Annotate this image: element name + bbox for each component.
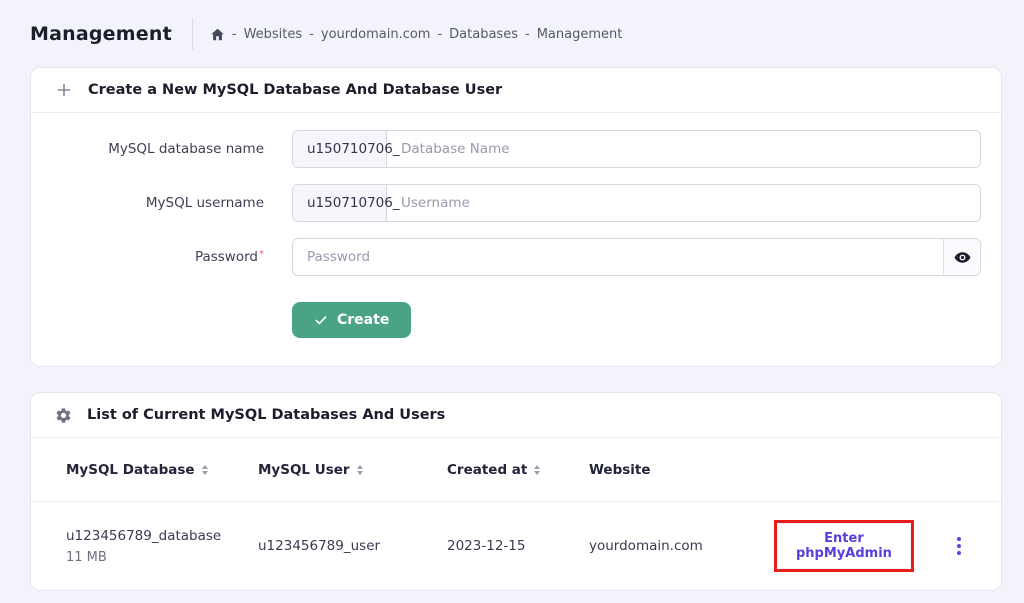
enter-phpmyadmin-button[interactable]: Enter phpMyAdmin	[777, 523, 911, 569]
form-row-database-name: MySQL database name u150710706_	[31, 130, 1001, 168]
check-icon	[314, 313, 328, 327]
breadcrumb: - Websites - yourdomain.com - Databases …	[210, 27, 622, 42]
databases-table: MySQL Database MySQL User Created at Web…	[31, 438, 1001, 590]
kebab-menu-button[interactable]	[951, 531, 967, 561]
table-header-row: MySQL Database MySQL User Created at Web…	[31, 438, 1001, 502]
breadcrumb-separator: -	[437, 27, 442, 42]
created-at-cell: 2023-12-15	[447, 538, 589, 554]
kebab-menu-icon	[957, 537, 961, 541]
database-name-prefix: u150710706_	[293, 131, 387, 167]
column-header-mysql-database[interactable]: MySQL Database	[66, 462, 258, 478]
page-title: Management	[30, 23, 172, 45]
sort-icon	[202, 465, 208, 475]
database-user-cell: u123456789_user	[258, 538, 447, 554]
breadcrumb-separator: -	[525, 27, 530, 42]
sort-icon	[534, 465, 540, 475]
form-row-password: Password*	[31, 238, 1001, 276]
column-header-created-at[interactable]: Created at	[447, 462, 589, 478]
home-icon[interactable]	[210, 27, 225, 42]
actions-cell: Enter phpMyAdmin	[764, 520, 914, 572]
database-name-cell: u123456789_database 11 MB	[66, 528, 258, 565]
database-name-value: u123456789_database	[66, 528, 258, 544]
sort-icon	[357, 465, 363, 475]
annotation-highlight-box: Enter phpMyAdmin	[774, 520, 914, 572]
header-divider	[192, 18, 193, 50]
username-label: MySQL username	[31, 195, 292, 211]
column-header-website: Website	[589, 462, 764, 478]
breadcrumb-item-domain[interactable]: yourdomain.com	[321, 27, 431, 42]
create-database-card: Create a New MySQL Database And Database…	[30, 67, 1002, 367]
menu-cell	[914, 531, 1004, 561]
website-cell: yourdomain.com	[589, 538, 764, 554]
form-row-submit: Create	[31, 302, 1001, 338]
create-database-card-header: Create a New MySQL Database And Database…	[31, 68, 1001, 113]
gear-icon	[55, 407, 72, 424]
required-asterisk: *	[259, 249, 264, 260]
table-row: u123456789_database 11 MB u123456789_use…	[31, 502, 1001, 590]
create-button-label: Create	[337, 312, 389, 328]
database-name-label: MySQL database name	[31, 141, 292, 157]
breadcrumb-separator: -	[309, 27, 314, 42]
username-input-group: u150710706_	[292, 184, 981, 222]
username-input[interactable]	[387, 185, 980, 221]
username-prefix: u150710706_	[293, 185, 387, 221]
breadcrumb-separator: -	[232, 27, 237, 42]
database-size-value: 11 MB	[66, 550, 258, 565]
breadcrumb-item-management[interactable]: Management	[537, 27, 623, 42]
database-name-input-group: u150710706_	[292, 130, 981, 168]
create-database-card-title: Create a New MySQL Database And Database…	[88, 82, 502, 98]
toggle-password-visibility-button[interactable]	[943, 239, 980, 275]
plus-icon	[55, 81, 73, 99]
password-input-group	[292, 238, 981, 276]
form-row-username: MySQL username u150710706_	[31, 184, 1001, 222]
database-list-card: List of Current MySQL Databases And User…	[30, 392, 1002, 591]
eye-icon	[953, 248, 972, 267]
password-input[interactable]	[293, 239, 943, 275]
column-header-mysql-user[interactable]: MySQL User	[258, 462, 447, 478]
database-list-card-header: List of Current MySQL Databases And User…	[31, 393, 1001, 438]
database-name-input[interactable]	[387, 131, 980, 167]
create-database-form: MySQL database name u150710706_ MySQL us…	[31, 113, 1001, 366]
page-header: Management - Websites - yourdomain.com -…	[30, 18, 1002, 50]
breadcrumb-item-websites[interactable]: Websites	[244, 27, 303, 42]
password-label: Password*	[31, 249, 292, 265]
create-button[interactable]: Create	[292, 302, 411, 338]
breadcrumb-item-databases[interactable]: Databases	[449, 27, 518, 42]
database-list-card-title: List of Current MySQL Databases And User…	[87, 407, 445, 423]
database-management-page: Management - Websites - yourdomain.com -…	[0, 0, 1024, 591]
